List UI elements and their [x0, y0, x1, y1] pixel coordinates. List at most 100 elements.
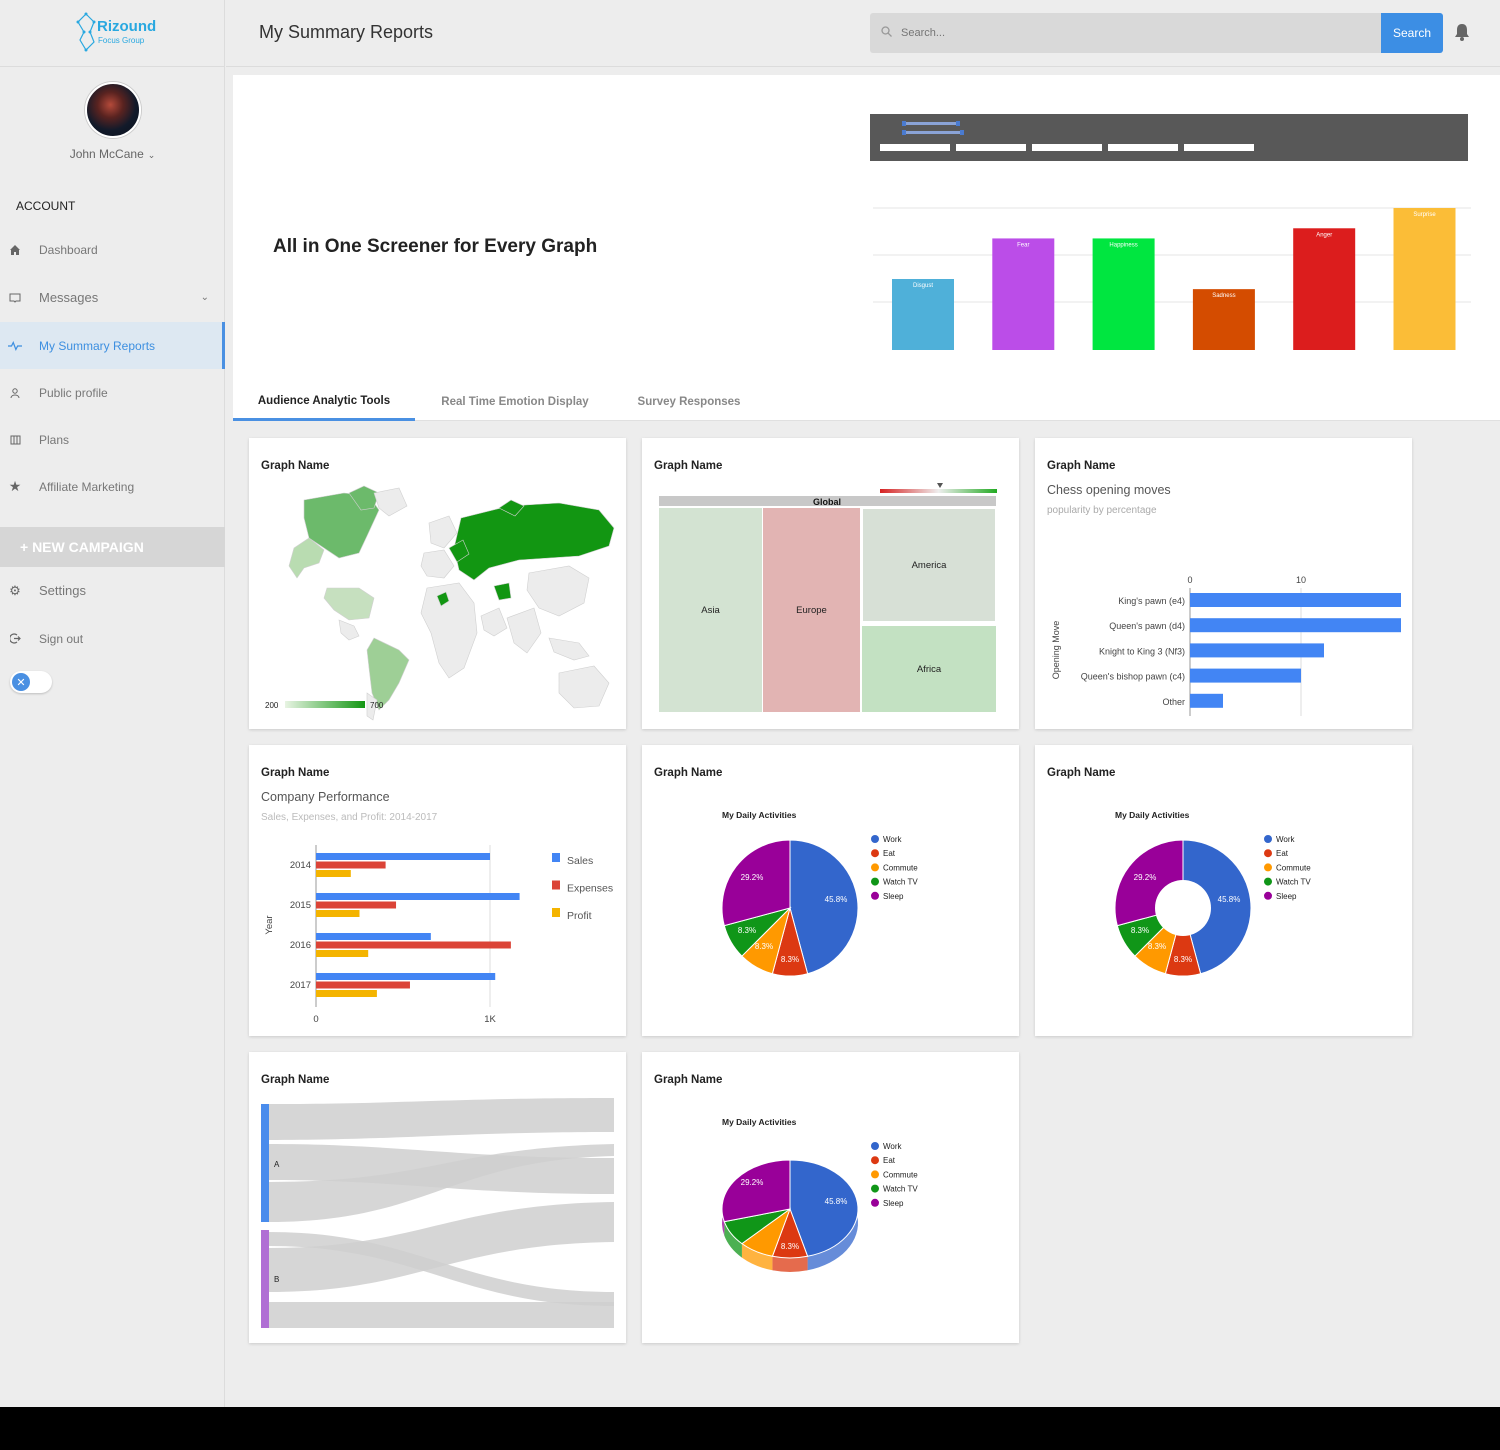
country-middle-east: [493, 582, 512, 601]
legend-label: Commute: [883, 1170, 918, 1179]
sidebar-item-label: Settings: [39, 583, 86, 598]
donut-chart[interactable]: My Daily Activities 45.8% 8.3% 8.3% 8.3% 29.2…: [1035, 745, 1412, 1036]
legend-label: Watch TV: [883, 878, 918, 887]
sidebar-item-dashboard[interactable]: Dashboard: [0, 226, 225, 273]
card-sankey[interactable]: Graph Name AB: [249, 1052, 626, 1343]
treemap-node-label: Asia: [701, 605, 720, 616]
bar-sales: [316, 853, 490, 860]
slice-label: 8.3%: [738, 926, 756, 935]
sankey-link: [269, 1098, 614, 1140]
legend-label: Eat: [883, 849, 896, 858]
pie-3d-chart[interactable]: My Daily Activities 45.8% 8.3% 29.2% Work Eat…: [642, 1052, 1019, 1343]
legend-swatch: [1264, 877, 1272, 886]
logo[interactable]: Rizound Focus Group: [0, 0, 224, 67]
y-axis-label: Opening Move: [1051, 621, 1061, 680]
bar-fear: [992, 238, 1055, 350]
chart-subtitle: Sales, Expenses, and Profit: 2014-2017: [261, 812, 438, 823]
bar-label: Fear: [1017, 242, 1029, 248]
y-tick-label: Other: [1162, 697, 1185, 707]
bar-profit: [316, 950, 369, 957]
card-donut[interactable]: Graph Name My Daily Activities 45.8% 8.3% 8…: [1035, 745, 1412, 1036]
x-tick-label: 0: [1187, 575, 1192, 585]
sidebar-item-public-profile[interactable]: Public profile: [0, 369, 225, 416]
legend-swatch: [552, 908, 560, 917]
screener-filter-panel[interactable]: [870, 114, 1468, 161]
bar-sales: [316, 893, 520, 900]
sidebar-item-label: Public profile: [39, 385, 108, 400]
legend-label: Watch TV: [883, 1185, 918, 1194]
slice-label: 8.3%: [1131, 926, 1149, 935]
legend-label: Work: [883, 835, 903, 844]
chart-title: Chess opening moves: [1047, 483, 1171, 497]
bar-label: Disgust: [913, 283, 933, 289]
world-map[interactable]: 200 700: [249, 438, 626, 729]
slice-label: 8.3%: [781, 1242, 799, 1251]
card-chess-bar[interactable]: Graph Name Chess opening moves popularity…: [1035, 438, 1412, 729]
logo-icon: [76, 12, 96, 52]
y-tick-label: 2014: [290, 860, 311, 871]
search-input[interactable]: [870, 13, 1382, 53]
treemap-chart[interactable]: Global Asia Europe America Africa: [642, 438, 1019, 729]
country-indonesia: [548, 637, 590, 661]
country-scandinavia: [428, 515, 458, 549]
sankey-chart[interactable]: AB: [249, 1052, 626, 1343]
legend-swatch: [871, 1156, 879, 1165]
sidebar-item-my-summary-reports[interactable]: My Summary Reports: [0, 322, 225, 369]
card-company-performance[interactable]: Graph Name Company Performance Sales, Exp…: [249, 745, 626, 1036]
sidebar-item-settings[interactable]: ⚙ Settings: [0, 567, 225, 614]
bar-profit: [316, 910, 360, 917]
card-3d-pie[interactable]: Graph Name My Daily Activities 45.8% 8.3% 2…: [642, 1052, 1019, 1343]
chess-bar-chart[interactable]: Chess opening moves popularity by percent…: [1035, 438, 1412, 729]
tab-audience-analytic-tools[interactable]: Audience Analytic Tools: [233, 383, 415, 421]
sidebar-item-sign-out[interactable]: Sign out: [0, 615, 225, 662]
bell-icon[interactable]: [1454, 23, 1470, 46]
company-bar-chart[interactable]: Company Performance Sales, Expenses, and …: [249, 745, 626, 1036]
country-greenland: [373, 487, 408, 517]
country-europe: [420, 549, 455, 579]
legend-swatch: [1264, 863, 1272, 872]
legend-label: Watch TV: [1276, 878, 1311, 887]
brand-name: Rizound: [97, 18, 157, 35]
sankey-node-b: [261, 1230, 269, 1328]
bar: [1190, 618, 1401, 633]
legend-label: Sleep: [883, 1199, 904, 1208]
bar-label: Happiness: [1109, 242, 1137, 248]
treemap-root-label: Global: [813, 497, 841, 507]
y-tick-label: 2016: [290, 940, 311, 951]
banner: All in One Screener for Every Graph Disg…: [233, 75, 1500, 421]
legend-swatch: [871, 1170, 879, 1179]
card-geochart[interactable]: Graph Name 200 700: [249, 438, 626, 729]
home-icon: [8, 243, 22, 257]
new-campaign-button[interactable]: + NEW CAMPAIGN: [0, 527, 225, 567]
card-treemap[interactable]: Graph Name Global Asia Europe America Africa: [642, 438, 1019, 729]
banner-title: All in One Screener for Every Graph: [273, 236, 598, 257]
page-title: My Summary Reports: [259, 22, 434, 42]
legend-label: Sleep: [1276, 892, 1297, 901]
tab-survey-responses[interactable]: Survey Responses: [621, 383, 757, 421]
screener-controls[interactable]: [870, 114, 1468, 161]
tab-real-time-emotion-display[interactable]: Real Time Emotion Display: [423, 383, 607, 421]
card-pie[interactable]: Graph Name My Daily Activities 45.8% 8.3% 8…: [642, 745, 1019, 1036]
sidebar-item-label: Affiliate Marketing: [39, 479, 135, 494]
legend-swatch: [871, 877, 879, 886]
chart-title: Company Performance: [261, 790, 390, 804]
pie-chart[interactable]: My Daily Activities 45.8% 8.3% 8.3% 8.3% 29.2…: [642, 745, 1019, 1036]
user-menu[interactable]: John McCane ⌄: [0, 147, 225, 161]
search-icon: [881, 26, 892, 40]
section-label: ACCOUNT: [16, 199, 76, 213]
sidebar-item-plans[interactable]: Plans: [0, 416, 225, 463]
y-tick-label: Queen's pawn (d4): [1109, 621, 1185, 631]
sankey-node-label: A: [274, 1160, 280, 1169]
bar-sales: [316, 973, 496, 980]
sidebar-item-messages[interactable]: Messages ⌄: [0, 274, 225, 321]
inbox-icon: [8, 291, 22, 305]
sidebar-item-affiliate-marketing[interactable]: ★ Affiliate Marketing: [0, 463, 225, 510]
gear-icon: ⚙: [9, 582, 21, 598]
mode-toggle[interactable]: ✕: [10, 671, 52, 693]
legend-swatch: [1264, 835, 1272, 843]
legend-label: Eat: [1276, 849, 1289, 858]
close-icon: ✕: [12, 673, 30, 691]
search-button[interactable]: Search: [1381, 13, 1443, 53]
slice-label: 45.8%: [825, 895, 848, 904]
avatar[interactable]: [85, 82, 141, 138]
